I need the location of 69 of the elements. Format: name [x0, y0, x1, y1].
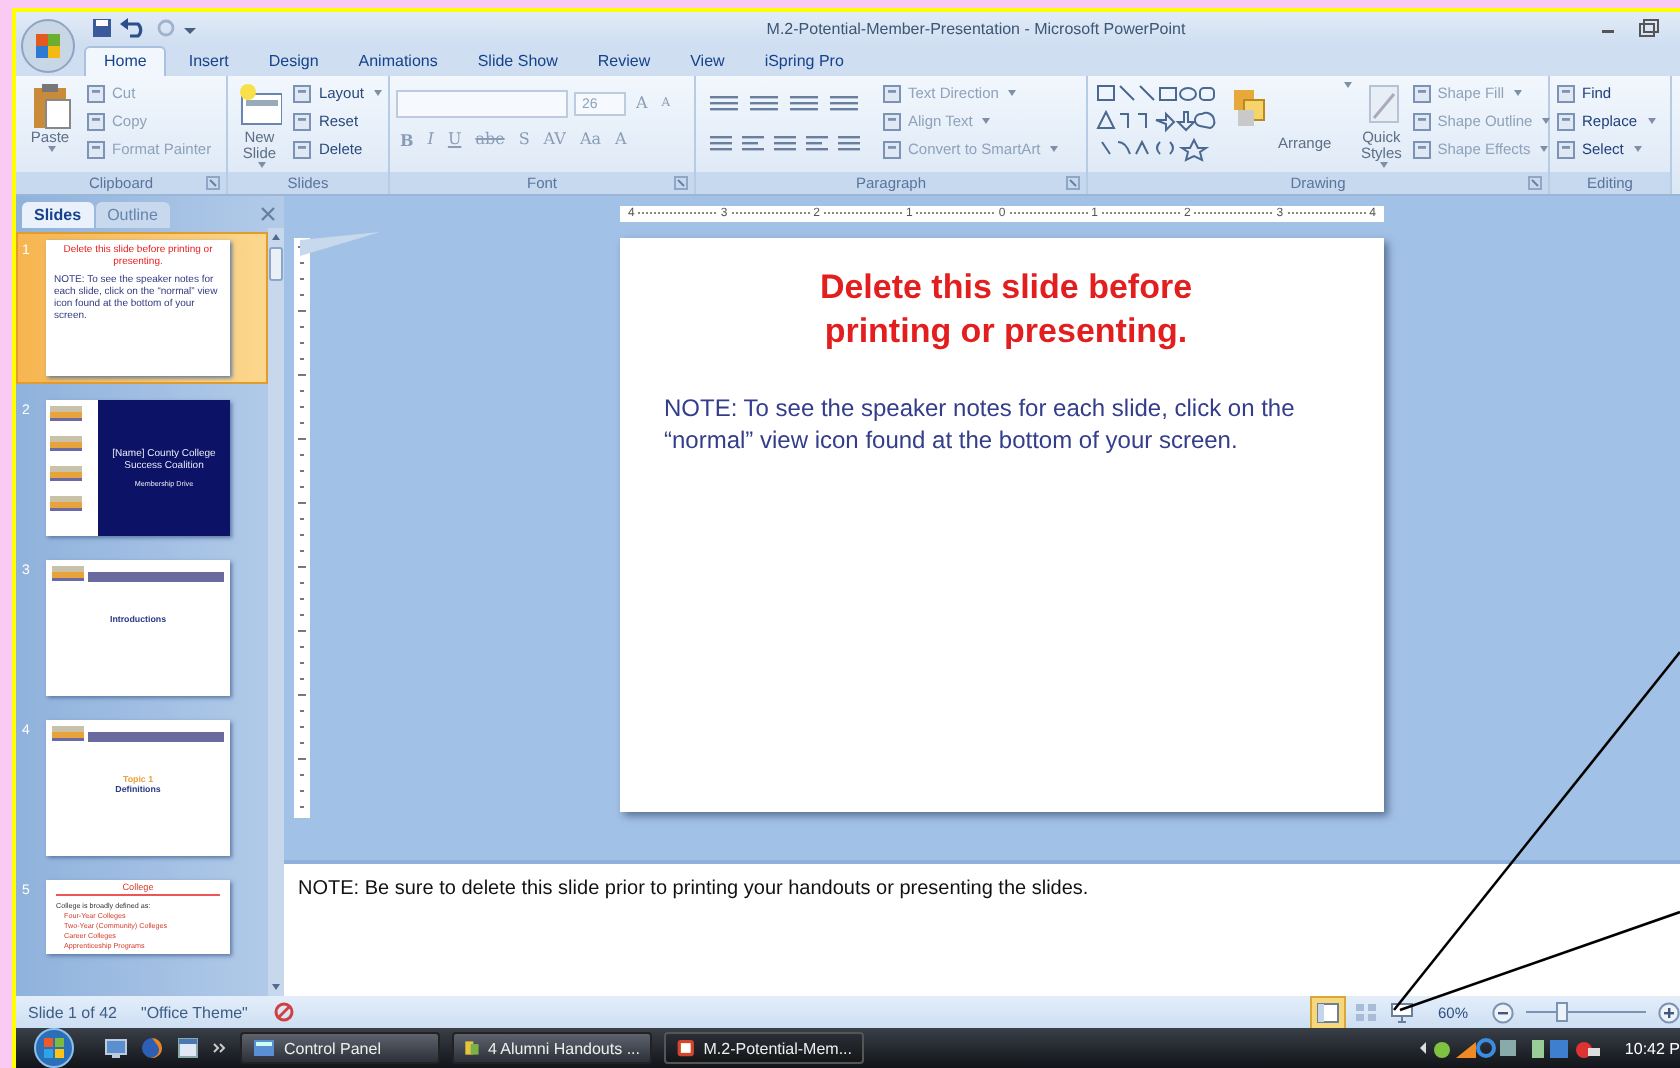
presentation-icon	[676, 1036, 696, 1060]
ribbon-tab[interactable]: Animations	[340, 48, 456, 76]
logo-icon	[52, 566, 84, 582]
desktop-icon[interactable]	[104, 1036, 128, 1060]
clock[interactable]: 10:42 P	[1624, 1039, 1680, 1057]
control-panel-icon	[252, 1036, 276, 1060]
document-icon	[292, 139, 313, 159]
theme-name: "Office Theme"	[140, 1003, 248, 1021]
document-icon	[86, 111, 106, 131]
ribbon-tab[interactable]: Home	[84, 46, 167, 76]
logo-icon	[50, 436, 82, 452]
ribbon-tab[interactable]: Design	[250, 48, 337, 76]
document-icon	[882, 111, 902, 131]
ribbon-tab[interactable]: Slide Show	[459, 48, 576, 76]
document-icon	[1556, 111, 1576, 131]
window-title: M.2-Potential-Member-Presentation - Microsoft PowerPoint	[764, 19, 1188, 37]
ribbon-tab[interactable]: View	[672, 48, 743, 76]
slide-show-icon[interactable]	[1389, 1001, 1414, 1023]
taskbar-button[interactable]: 4 Alumni Handouts ...	[452, 1032, 652, 1064]
ribbon-tab[interactable]: Insert	[170, 48, 247, 76]
restore-icon[interactable]	[1636, 18, 1660, 38]
zoom-in-icon[interactable]	[1658, 1001, 1680, 1023]
notes-pane[interactable]: NOTE: Be sure to delete this slide prior to printing your handouts or presenting the slides.	[284, 860, 1680, 996]
spell-check-icon[interactable]	[271, 1000, 296, 1024]
panel-tab[interactable]: Slides	[22, 202, 94, 228]
slide-title: Delete this slide before printing or presenting.	[817, 266, 1195, 354]
ribbon-tab[interactable]: Review	[579, 48, 669, 76]
start-button[interactable]	[28, 1028, 80, 1068]
undo-icon[interactable]	[120, 18, 148, 38]
document-icon	[292, 83, 313, 103]
font-name-field[interactable]	[396, 90, 568, 118]
document-icon	[1411, 83, 1432, 103]
normal-view-icon[interactable]	[1315, 1001, 1340, 1023]
dialog-launcher-icon[interactable]	[1528, 176, 1542, 190]
new-slide-icon	[237, 82, 282, 130]
document-icon	[464, 1036, 480, 1060]
document-icon	[1556, 139, 1576, 159]
notes-text: NOTE: Be sure to delete this slide prior to printing your handouts or presenting the slides.	[298, 878, 1091, 900]
ribbon-tab[interactable]: iSpring Pro	[746, 48, 862, 76]
logo-icon	[50, 406, 82, 422]
document-icon	[86, 139, 106, 159]
document-icon	[1556, 83, 1576, 103]
document-icon	[292, 111, 313, 131]
dialog-launcher-icon[interactable]	[674, 176, 688, 190]
taskbar-button[interactable]: Control Panel	[240, 1032, 440, 1064]
slide-text: NOTE: To see the speaker notes for each slide, click on the “normal” view icon found at the bottom of your screen.	[664, 392, 1297, 456]
save-icon[interactable]	[92, 18, 112, 38]
logo-icon	[52, 726, 84, 742]
taskbar-button[interactable]: M.2-Potential-Mem...	[664, 1032, 864, 1064]
zoom-out-icon[interactable]	[1492, 1001, 1514, 1023]
document-icon	[86, 83, 106, 103]
document-icon	[882, 83, 902, 103]
browser-icon[interactable]	[140, 1036, 164, 1060]
scrollbar[interactable]	[268, 228, 284, 996]
dialog-launcher-icon[interactable]	[206, 176, 220, 190]
clipboard-icon	[28, 82, 72, 130]
dialog-launcher-icon[interactable]	[1066, 176, 1080, 190]
header-bar	[88, 732, 224, 742]
window-icon[interactable]	[176, 1036, 200, 1060]
shapes-drawing	[1094, 82, 1218, 166]
logo-icon	[50, 496, 82, 512]
document-icon	[882, 139, 902, 159]
slider-thumb[interactable]	[1556, 1002, 1568, 1022]
document-icon	[1411, 111, 1432, 131]
slide-count: Slide 1 of 42	[28, 1003, 117, 1021]
header-bar	[88, 572, 224, 582]
document-icon	[1411, 139, 1432, 159]
logo-icon	[50, 466, 82, 482]
slide-canvas[interactable]: Delete this slide before printing or presenting. NOTE: To see the speaker notes for each slide, click on the “normal” view icon found at the bottom of your screen.	[620, 238, 1384, 812]
